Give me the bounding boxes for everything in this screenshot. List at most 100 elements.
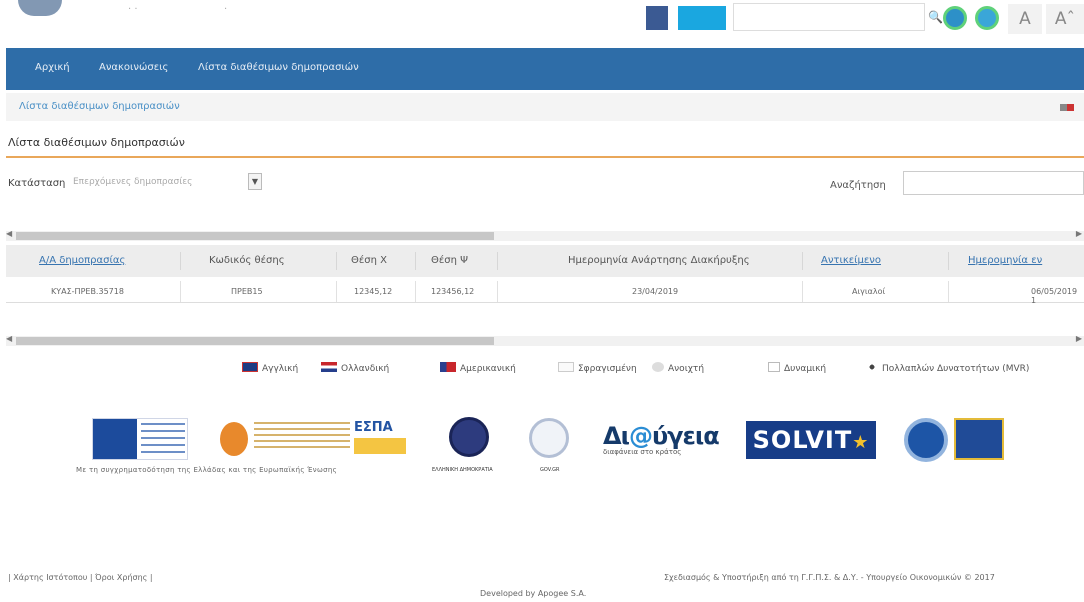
solvit-logo[interactable]: SOLVIT★ [746, 421, 876, 459]
scroll-right-icon[interactable]: ▶ [1076, 334, 1082, 343]
cell-subject: Αιγιαλοί [852, 287, 886, 296]
legend-label: Ανοιχτή [668, 364, 705, 374]
eu-flag-icon [93, 419, 137, 459]
horizontal-scrollbar-bottom[interactable]: ◀ ▶ [6, 334, 1084, 346]
status-select[interactable]: Επερχόμενες δημοπρασίες [73, 174, 249, 192]
diavgeia-logo[interactable]: Δι@ύγεια διαφάνεια στο κράτος [603, 422, 720, 464]
row-divider [336, 281, 337, 302]
legend-american: Αμερικανική [440, 362, 516, 374]
row-divider [180, 281, 181, 302]
legend-label: Πολλαπλών Δυνατοτήτων (MVR) [882, 364, 1030, 374]
diavgeia-prefix: Δι [603, 422, 630, 450]
nav-item-announcements[interactable]: Ανακοινώσεις [99, 62, 168, 73]
footer-developer[interactable]: Developed by Apogee S.A. [480, 589, 586, 598]
greece-logo-text [254, 422, 350, 452]
diavgeia-suffix: ύγεια [651, 422, 720, 450]
gov-seal-icon[interactable] [529, 418, 569, 458]
table-search-input[interactable] [903, 171, 1084, 195]
scroll-left-icon[interactable]: ◀ [6, 229, 12, 238]
espa-stripe [354, 438, 406, 454]
status-label: Κατάσταση [8, 178, 66, 189]
star-icon: ★ [852, 432, 870, 453]
accessibility-icon[interactable] [943, 6, 967, 30]
nl-flag-icon [321, 362, 337, 372]
solvit-text: SOLVIT [752, 426, 853, 454]
scrollbar-thumb[interactable] [16, 337, 494, 345]
chevron-down-icon[interactable]: ▼ [248, 173, 262, 190]
cell-position-code: ΠΡΕΒ15 [231, 287, 263, 296]
row-divider [802, 281, 803, 302]
breadcrumb-bar: Λίστα διαθέσιμων δημοπρασιών [6, 93, 1084, 121]
legend-english: Αγγλική [242, 362, 298, 374]
col-position-y[interactable]: Θέση Ψ [431, 255, 468, 266]
footer-credits: Σχεδιασμός & Υποστήριξη από τη Γ.Γ.Π.Σ. … [664, 573, 995, 582]
eu-logo[interactable] [92, 418, 188, 460]
legend-label: Σφραγισμένη [578, 364, 637, 374]
font-increase-button[interactable]: Aˆ [1046, 4, 1084, 34]
cell-date: 06/05/2019 1 [1031, 287, 1078, 305]
col-position-code[interactable]: Κωδικός θέσης [209, 255, 285, 266]
col-date[interactable]: Ημερομηνία εν [968, 255, 1042, 266]
legend-open: Ανοιχτή [652, 362, 704, 374]
twitter-icon[interactable] [678, 6, 726, 30]
col-subject[interactable]: Αντικείμενο [821, 255, 881, 266]
row-divider [415, 281, 416, 302]
top-header: · · · 🔍 A Aˆ [0, 0, 1084, 44]
envelope-icon [558, 362, 574, 372]
legend-label: Δυναμική [784, 364, 827, 374]
col-divider [415, 252, 416, 270]
horizontal-scrollbar-top[interactable]: ◀ ▶ [6, 229, 1084, 241]
legend-label: Αγγλική [262, 364, 299, 374]
col-divider [180, 252, 181, 270]
seal-caption: ΕΛΛΗΝΙΚΗ ΔΗΜΟΚΡΑΤΙΑ [432, 467, 493, 473]
diavgeia-wordmark: Δι@ύγεια [603, 422, 720, 450]
row-divider [497, 281, 498, 302]
diavgeia-at: @ [628, 422, 653, 450]
col-divider [336, 252, 337, 270]
legend-dutch: Ολλανδική [321, 362, 389, 374]
eu-logo-text [141, 423, 185, 455]
table-search-label: Αναζήτηση [830, 180, 886, 191]
eu-caption: Με τη συγχρηματοδότηση της Ελλάδας και τ… [76, 466, 338, 474]
col-announcement-date[interactable]: Ημερομηνία Ανάρτησης Διακήρυξης [568, 255, 750, 266]
breadcrumb[interactable]: Λίστα διαθέσιμων δημοπρασιών [19, 101, 180, 112]
col-divider [948, 252, 949, 270]
cell-announcement-date: 23/04/2019 [632, 287, 679, 296]
nav-item-auction-list[interactable]: Λίστα διαθέσιμων δημοπρασιών [198, 62, 359, 73]
col-divider [497, 252, 498, 270]
scroll-right-icon[interactable]: ▶ [1076, 229, 1082, 238]
site-search-input[interactable] [733, 3, 925, 31]
col-auction-id[interactable]: Α/Α δημοπρασίας [39, 255, 125, 266]
col-divider [802, 252, 803, 270]
table-row[interactable]: ΚΥΑΣ-ΠΡΕΒ.35718 ΠΡΕΒ15 12345,12 123456,1… [6, 281, 1084, 305]
greece-growth-logo[interactable] [220, 418, 352, 460]
scroll-left-icon[interactable]: ◀ [6, 334, 12, 343]
language-flags-icon[interactable] [1060, 104, 1074, 111]
logo-text: · · [128, 4, 138, 15]
table-header: Α/Α δημοπρασίας Κωδικός θέσης Θέση Χ Θέσ… [6, 245, 1084, 277]
gauge-icon [768, 362, 780, 372]
site-logo[interactable] [18, 0, 62, 16]
nav-item-home[interactable]: Αρχική [35, 62, 70, 73]
megaphone-icon [652, 362, 664, 372]
scrollbar-thumb[interactable] [16, 232, 494, 240]
espa-title: ΕΣΠΑ [354, 420, 393, 435]
legend-label: Αμερικανική [460, 364, 516, 374]
legend-label: Ολλανδική [341, 364, 390, 374]
legend-sealed: Σφραγισμένη [558, 362, 637, 374]
language-icon[interactable] [975, 6, 999, 30]
page-title: Λίστα διαθέσιμων δημοπρασιών [8, 136, 185, 149]
us-flag-icon [440, 362, 456, 372]
col-position-x[interactable]: Θέση Χ [351, 255, 387, 266]
temple-logo-icon[interactable] [954, 418, 1004, 460]
nodes-icon [866, 362, 878, 372]
title-divider [6, 156, 1084, 158]
footer-links[interactable]: | Χάρτης Ιστότοπου | Όροι Χρήσης | [8, 573, 153, 582]
main-nav: Αρχική Ανακοινώσεις Λίστα διαθέσιμων δημ… [6, 48, 1084, 90]
espa-logo[interactable]: ΕΣΠΑ [354, 420, 412, 458]
ministry-round-logo[interactable] [904, 418, 948, 462]
font-decrease-button[interactable]: A [1008, 4, 1042, 34]
facebook-icon[interactable] [646, 6, 668, 30]
search-icon[interactable]: 🔍 [928, 10, 943, 24]
hellenic-republic-seal-icon[interactable] [449, 417, 489, 457]
